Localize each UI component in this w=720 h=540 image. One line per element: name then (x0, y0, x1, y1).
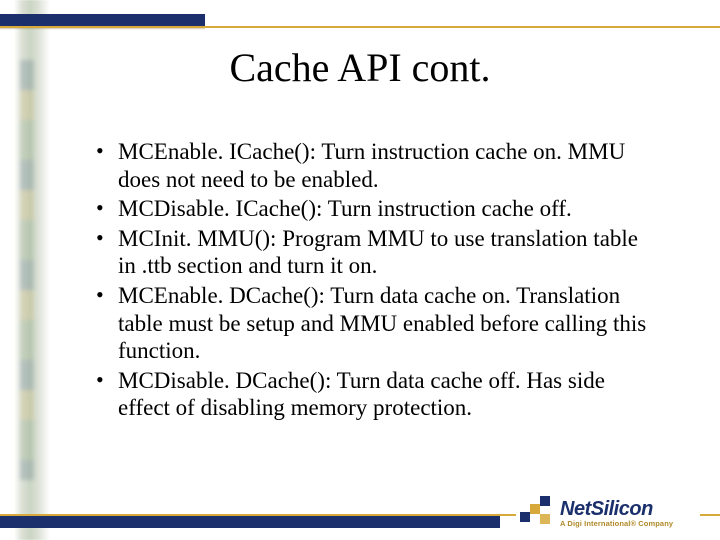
slide-title: Cache API cont. (0, 44, 720, 91)
bullet-list: MCEnable. ICache(): Turn instruction cac… (96, 138, 656, 422)
logo-brand-text: NetSilicon (560, 499, 673, 519)
top-accent-shadow (0, 28, 205, 30)
slide-body: MCEnable. ICache(): Turn instruction cac… (96, 138, 656, 424)
top-accent-bar (0, 14, 205, 26)
list-item: MCDisable. ICache(): Turn instruction ca… (96, 195, 656, 223)
logo-mark-icon (520, 496, 554, 530)
list-item: MCEnable. DCache(): Turn data cache on. … (96, 282, 656, 365)
list-item: MCDisable. DCache(): Turn data cache off… (96, 367, 656, 422)
list-item: MCInit. MMU(): Program MMU to use transl… (96, 225, 656, 280)
logo-tagline: A Digi International® Company (560, 520, 673, 528)
netsilicon-logo: NetSilicon A Digi International® Company (516, 492, 700, 534)
bottom-accent-bar (0, 516, 500, 528)
list-item: MCEnable. ICache(): Turn instruction cac… (96, 138, 656, 193)
